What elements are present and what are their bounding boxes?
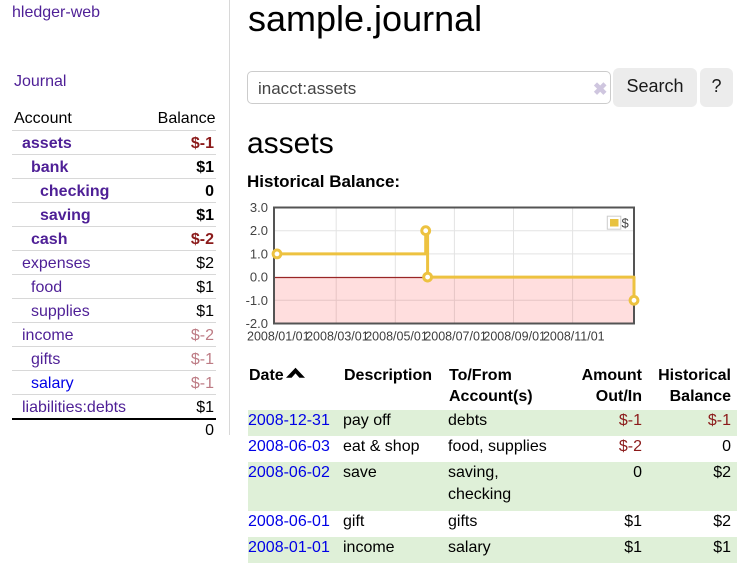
svg-text:3.0: 3.0 [250, 200, 268, 215]
svg-text:2008/05/01: 2008/05/01 [365, 330, 428, 344]
svg-text:2.0: 2.0 [250, 223, 268, 238]
svg-text:1.0: 1.0 [250, 246, 268, 261]
svg-text:2008/07/01: 2008/07/01 [424, 330, 487, 344]
svg-text:2008/01/01: 2008/01/01 [247, 330, 310, 344]
svg-text:0.0: 0.0 [250, 270, 268, 285]
svg-text:$: $ [622, 216, 630, 231]
svg-text:2008/09/01: 2008/09/01 [483, 330, 546, 344]
svg-text:-1.0: -1.0 [246, 293, 268, 308]
svg-text:2008/03/01: 2008/03/01 [306, 330, 369, 344]
svg-text:2008/11/01: 2008/11/01 [543, 330, 605, 344]
